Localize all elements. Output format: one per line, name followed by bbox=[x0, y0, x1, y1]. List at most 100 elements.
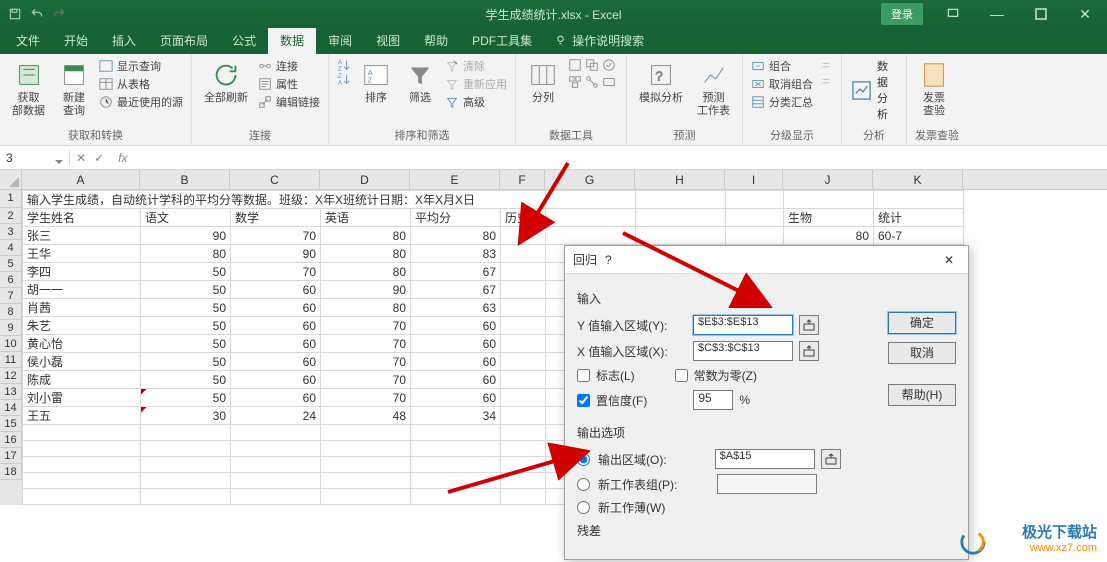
manage-model-icon[interactable] bbox=[602, 75, 616, 89]
clear-filter-button[interactable]: 清除 bbox=[445, 58, 507, 74]
cell-D10[interactable]: 70 bbox=[321, 353, 411, 371]
cell-K1[interactable] bbox=[874, 191, 964, 209]
cell-H2[interactable] bbox=[636, 209, 726, 227]
cell-D6[interactable]: 90 bbox=[321, 281, 411, 299]
tab-pdf[interactable]: PDF工具集 bbox=[460, 27, 544, 54]
col-header-C[interactable]: C bbox=[230, 170, 320, 189]
invoice-check-button[interactable]: 发票 查验 bbox=[915, 58, 953, 120]
undo-icon[interactable] bbox=[30, 7, 44, 21]
x-range-picker-icon[interactable] bbox=[799, 341, 819, 361]
cell-B11[interactable]: 50 bbox=[141, 371, 231, 389]
cell-F18[interactable] bbox=[501, 489, 546, 505]
row-header-6[interactable]: 6 bbox=[0, 272, 22, 288]
cell-E14[interactable] bbox=[411, 425, 501, 441]
cell-A7[interactable]: 肖茜 bbox=[23, 299, 141, 317]
cell-D2[interactable]: 英语 bbox=[321, 209, 411, 227]
help-button[interactable]: 帮助(H) bbox=[888, 384, 956, 406]
cell-B9[interactable]: 50 bbox=[141, 335, 231, 353]
cell-F12[interactable] bbox=[501, 389, 546, 407]
subtotal-button[interactable]: 分类汇总 bbox=[751, 94, 813, 110]
recent-sources-button[interactable]: 最近使用的源 bbox=[99, 94, 183, 110]
cell-C11[interactable]: 60 bbox=[231, 371, 321, 389]
cell-C9[interactable]: 60 bbox=[231, 335, 321, 353]
validation-icon[interactable] bbox=[602, 58, 616, 72]
cell-E4[interactable]: 83 bbox=[411, 245, 501, 263]
cell-D9[interactable]: 70 bbox=[321, 335, 411, 353]
ok-button[interactable]: 确定 bbox=[888, 312, 956, 334]
tab-layout[interactable]: 页面布局 bbox=[148, 27, 220, 54]
sort-desc-button[interactable]: ZA bbox=[337, 72, 351, 86]
flash-fill-icon[interactable] bbox=[568, 58, 582, 72]
labels-checkbox[interactable]: 标志(L) bbox=[577, 367, 635, 384]
cell-F15[interactable] bbox=[501, 441, 546, 457]
refresh-all-button[interactable]: 全部刷新 bbox=[200, 58, 252, 107]
row-header-16[interactable]: 16 bbox=[0, 432, 22, 448]
col-header-B[interactable]: B bbox=[140, 170, 230, 189]
row-header-2[interactable]: 2 bbox=[0, 208, 22, 224]
cell-I2[interactable] bbox=[726, 209, 784, 227]
tab-data[interactable]: 数据 bbox=[268, 27, 316, 54]
row-header-3[interactable]: 3 bbox=[0, 224, 22, 240]
cell-A3[interactable]: 张三 bbox=[23, 227, 141, 245]
cell-E5[interactable]: 67 bbox=[411, 263, 501, 281]
cell-D3[interactable]: 80 bbox=[321, 227, 411, 245]
cell-A13[interactable]: 王五 bbox=[23, 407, 141, 425]
close-icon[interactable]: ✕ bbox=[1063, 0, 1107, 28]
tell-me-search[interactable]: 操作说明搜索 bbox=[544, 27, 654, 54]
get-data-button[interactable]: 获取 部数据 bbox=[8, 58, 49, 120]
cell-B15[interactable] bbox=[141, 441, 231, 457]
cell-B3[interactable]: 90 bbox=[141, 227, 231, 245]
cell-B18[interactable] bbox=[141, 489, 231, 505]
cell-I3[interactable] bbox=[726, 227, 784, 245]
tab-file[interactable]: 文件 bbox=[4, 27, 52, 54]
cell-A17[interactable] bbox=[23, 473, 141, 489]
output-range-picker-icon[interactable] bbox=[821, 449, 841, 469]
cell-C14[interactable] bbox=[231, 425, 321, 441]
cell-F3[interactable] bbox=[501, 227, 546, 245]
col-header-F[interactable]: F bbox=[500, 170, 545, 189]
save-icon[interactable] bbox=[8, 7, 22, 21]
cell-B12[interactable]: 50 bbox=[141, 389, 231, 407]
row-header-12[interactable]: 12 bbox=[0, 368, 22, 384]
filter-button[interactable]: 筛选 bbox=[401, 58, 439, 107]
connections-button[interactable]: 连接 bbox=[258, 58, 320, 74]
show-queries-button[interactable]: 显示查询 bbox=[99, 58, 183, 74]
cell-E16[interactable] bbox=[411, 457, 501, 473]
cell-A2[interactable]: 学生姓名 bbox=[23, 209, 141, 227]
text-to-columns-button[interactable]: 分列 bbox=[524, 58, 562, 107]
redo-icon[interactable] bbox=[52, 7, 66, 21]
cell-D7[interactable]: 80 bbox=[321, 299, 411, 317]
tab-review[interactable]: 审阅 bbox=[316, 27, 364, 54]
cell-B10[interactable]: 50 bbox=[141, 353, 231, 371]
row-header-9[interactable]: 9 bbox=[0, 320, 22, 336]
cell-E3[interactable]: 80 bbox=[411, 227, 501, 245]
maximize-icon[interactable] bbox=[1019, 0, 1063, 28]
cell-A15[interactable] bbox=[23, 441, 141, 457]
cell-D13[interactable]: 48 bbox=[321, 407, 411, 425]
output-range-input[interactable]: $A$15 bbox=[715, 449, 815, 469]
cell-C12[interactable]: 60 bbox=[231, 389, 321, 407]
col-header-A[interactable]: A bbox=[22, 170, 140, 189]
cell-C3[interactable]: 70 bbox=[231, 227, 321, 245]
col-header-G[interactable]: G bbox=[545, 170, 635, 189]
cell-B2[interactable]: 语文 bbox=[141, 209, 231, 227]
cell-J1[interactable] bbox=[784, 191, 874, 209]
from-table-button[interactable]: 从表格 bbox=[99, 76, 183, 92]
cancel-formula-icon[interactable]: ✕ bbox=[76, 151, 86, 165]
cell-F2[interactable]: 历史 bbox=[501, 209, 546, 227]
row-header-13[interactable]: 13 bbox=[0, 384, 22, 400]
cell-E2[interactable]: 平均分 bbox=[411, 209, 501, 227]
col-header-K[interactable]: K bbox=[873, 170, 963, 189]
row-header-17[interactable]: 17 bbox=[0, 448, 22, 464]
cell-C15[interactable] bbox=[231, 441, 321, 457]
tab-insert[interactable]: 插入 bbox=[100, 27, 148, 54]
dialog-titlebar[interactable]: 回归 ? ✕ bbox=[565, 246, 968, 274]
cell-D16[interactable] bbox=[321, 457, 411, 473]
col-header-I[interactable]: I bbox=[725, 170, 783, 189]
reapply-button[interactable]: 重新应用 bbox=[445, 76, 507, 92]
cell-F5[interactable] bbox=[501, 263, 546, 281]
sort-asc-button[interactable]: AZ bbox=[337, 58, 351, 72]
col-header-H[interactable]: H bbox=[635, 170, 725, 189]
select-all-corner[interactable] bbox=[0, 170, 22, 189]
ungroup-button[interactable]: 取消组合 bbox=[751, 76, 813, 92]
